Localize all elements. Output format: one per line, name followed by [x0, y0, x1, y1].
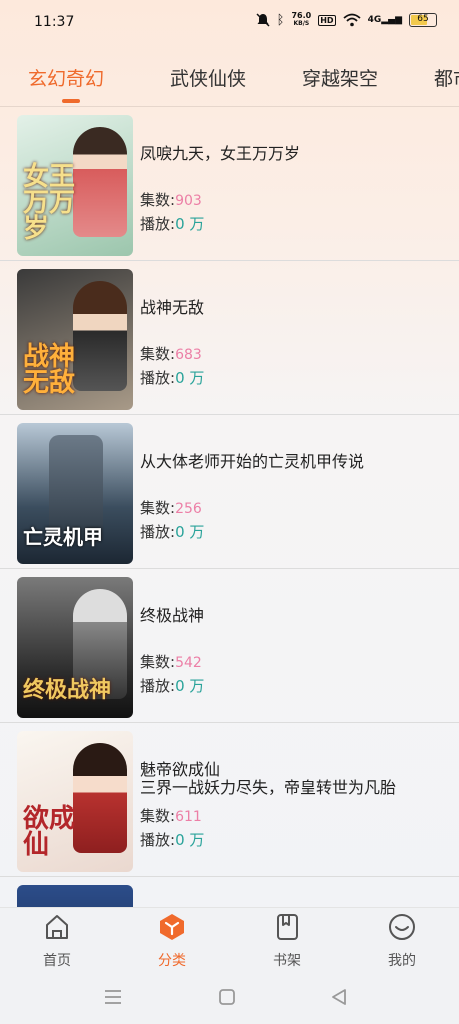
category-tabs: 玄幻奇幻 武侠仙侠 穿越架空 都市 [0, 46, 459, 106]
episodes-row: 集数:256 [140, 497, 202, 518]
plays-count: 0 [175, 523, 185, 541]
bottom-nav: 首页 分类 书架 我的 [0, 907, 459, 974]
book-cover: 欲成仙 [17, 731, 133, 872]
tab-chuanyue[interactable]: 穿越架空 [302, 64, 378, 91]
book-cover: 终极战神 [17, 577, 133, 718]
wifi-icon [342, 13, 361, 27]
book-item[interactable]: 终极战神 终极战神 集数:542 播放:0 万 [0, 569, 459, 723]
back-icon[interactable] [330, 988, 348, 1006]
book-item[interactable]: 女王万万岁 凤唳九天，女王万万岁 集数:903 播放:0 万 [0, 107, 459, 261]
mute-icon [256, 13, 270, 27]
nav-home[interactable]: 首页 [27, 912, 87, 970]
plays-row: 播放:0 万 [140, 829, 204, 850]
plays-unit: 万 [184, 677, 205, 695]
plays-label: 播放: [140, 831, 176, 849]
episodes-count: 542 [175, 655, 202, 671]
book-list: 女王万万岁 凤唳九天，女王万万岁 集数:903 播放:0 万 战神无敌 战神无敌… [0, 107, 459, 907]
episodes-label: 集数: [140, 345, 176, 363]
system-nav-bar [0, 974, 459, 1024]
battery-level: 65 [417, 14, 429, 24]
book-item[interactable]: 亡灵机甲 从大体老师开始的亡灵机甲传说 集数:256 播放:0 万 [0, 415, 459, 569]
episodes-row: 集数:683 [140, 343, 202, 364]
book-title: 凤唳九天，女王万万岁 [140, 144, 301, 163]
menu-icon[interactable] [103, 988, 123, 1006]
plays-count: 0 [175, 831, 185, 849]
status-time: 11:37 [34, 14, 75, 30]
plays-count: 0 [175, 369, 185, 387]
nav-profile-label: 我的 [388, 953, 416, 969]
plays-label: 播放: [140, 369, 176, 387]
cover-text: 终极战神 [23, 678, 112, 703]
plays-count: 0 [175, 215, 185, 233]
cover-text: 战神无敌 [23, 342, 76, 398]
tab-wuxia[interactable]: 武侠仙侠 [170, 64, 246, 91]
category-icon [160, 914, 184, 940]
episodes-count: 903 [175, 193, 202, 209]
book-title: 从大体老师开始的亡灵机甲传说 [140, 452, 365, 471]
plays-label: 播放: [140, 677, 176, 695]
episodes-count: 683 [175, 347, 202, 363]
plays-unit: 万 [184, 523, 205, 541]
plays-label: 播放: [140, 215, 176, 233]
plays-unit: 万 [184, 369, 205, 387]
nav-bookshelf[interactable]: 书架 [257, 912, 317, 970]
plays-row: 播放:0 万 [140, 367, 204, 388]
battery-icon: 65 [409, 13, 437, 27]
plays-count: 0 [175, 677, 185, 695]
hd-badge: HD [318, 14, 336, 26]
plays-label: 播放: [140, 523, 176, 541]
signal-icon: 4G▂▄▆ [367, 15, 402, 25]
book-title: 终极战神 [140, 606, 205, 625]
home-button-icon[interactable] [218, 988, 236, 1006]
tab-xuanhuan[interactable]: 玄幻奇幻 [28, 64, 104, 91]
tab-dushi[interactable]: 都市 [434, 64, 459, 91]
episodes-label: 集数: [140, 499, 176, 517]
signal-label: 4G [367, 15, 382, 25]
plays-row: 播放:0 万 [140, 213, 204, 234]
nav-profile[interactable]: 我的 [372, 912, 432, 970]
cover-text: 亡灵机甲 [23, 525, 103, 549]
book-cover: 女王万万岁 [17, 115, 133, 256]
nav-home-label: 首页 [43, 953, 71, 969]
nav-bookshelf-label: 书架 [273, 953, 301, 969]
book-subtitle: 三界一战妖力尽失，帝皇转世为凡胎 [140, 778, 397, 797]
episodes-row: 集数:611 [140, 805, 202, 826]
net-speed-value: 76.0 [291, 11, 312, 20]
book-cover: 战神无敌 [17, 269, 133, 410]
book-item[interactable] [0, 877, 459, 907]
plays-row: 播放:0 万 [140, 675, 204, 696]
book-cover: 亡灵机甲 [17, 423, 133, 564]
home-icon [46, 915, 68, 939]
cover-text: 女王万万岁 [23, 162, 76, 244]
nav-category[interactable]: 分类 [142, 912, 202, 970]
episodes-label: 集数: [140, 191, 176, 209]
status-icons: ᛒ 76.0 KB/S HD 4G▂▄▆ 65 [256, 12, 437, 28]
episodes-label: 集数: [140, 653, 176, 671]
episodes-label: 集数: [140, 807, 176, 825]
bookshelf-icon [277, 914, 298, 940]
tab-indicator [62, 99, 80, 103]
book-item[interactable]: 欲成仙 魅帝欲成仙 三界一战妖力尽失，帝皇转世为凡胎 集数:611 播放:0 万 [0, 723, 459, 877]
book-item[interactable]: 战神无敌 战神无敌 集数:683 播放:0 万 [0, 261, 459, 415]
cover-text: 欲成仙 [23, 804, 76, 860]
net-speed: 76.0 KB/S [291, 12, 311, 28]
episodes-count: 611 [175, 809, 202, 825]
plays-unit: 万 [184, 215, 205, 233]
episodes-row: 集数:903 [140, 189, 202, 210]
book-title: 战神无敌 [140, 298, 205, 317]
bluetooth-icon: ᛒ [276, 12, 285, 28]
status-bar: 11:37 ᛒ 76.0 KB/S HD 4G▂▄▆ 65 [0, 0, 459, 46]
net-speed-unit: KB/S [293, 20, 310, 27]
nav-category-label: 分类 [158, 953, 186, 969]
book-cover [17, 885, 133, 907]
profile-icon [389, 914, 415, 940]
plays-unit: 万 [184, 831, 205, 849]
plays-row: 播放:0 万 [140, 521, 204, 542]
episodes-row: 集数:542 [140, 651, 202, 672]
episodes-count: 256 [175, 501, 202, 517]
